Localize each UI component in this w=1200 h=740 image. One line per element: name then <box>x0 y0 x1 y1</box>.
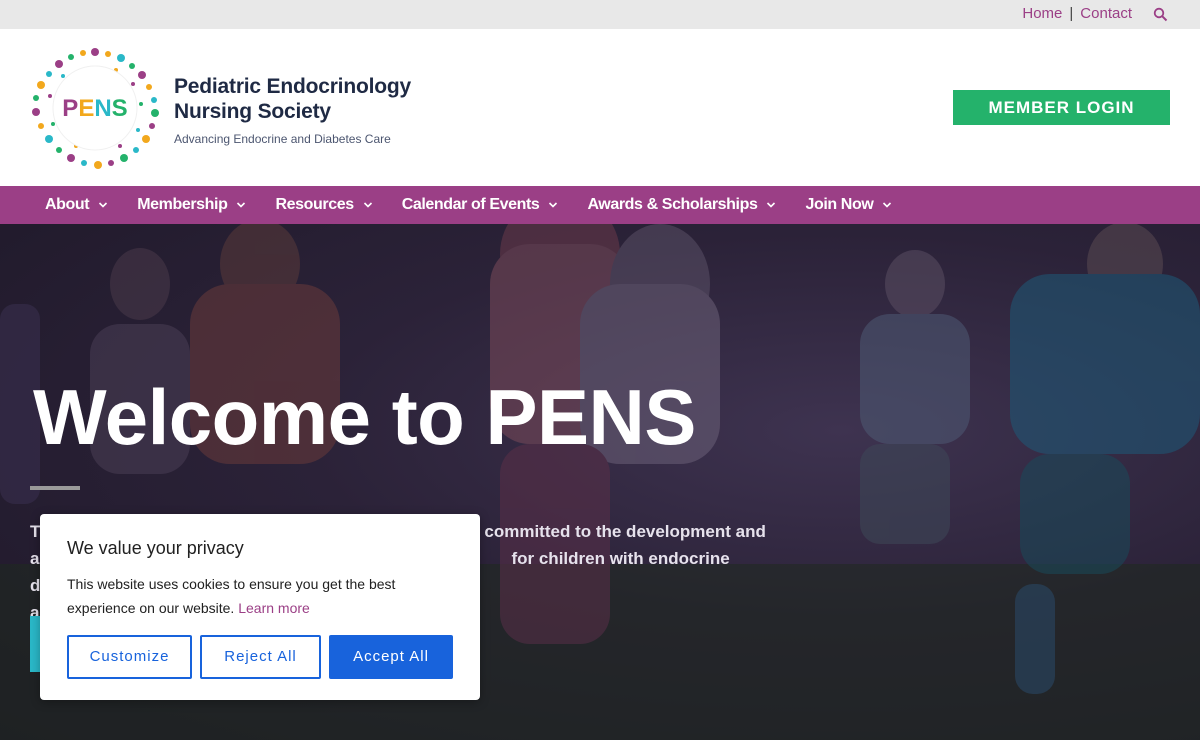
accept-all-button[interactable]: Accept All <box>329 635 453 679</box>
member-login-button[interactable]: MEMBER LOGIN <box>953 90 1170 125</box>
hero-text-line1-start: T <box>30 522 41 541</box>
search-icon[interactable] <box>1153 7 1168 22</box>
reject-all-button[interactable]: Reject All <box>200 635 321 679</box>
utility-bar: Home | Contact <box>0 0 1200 29</box>
chevron-down-icon <box>883 202 892 208</box>
nav-item-about[interactable]: About <box>45 196 108 214</box>
logo-wordmark: PENS <box>62 95 127 122</box>
chevron-down-icon <box>237 202 246 208</box>
utility-links: Home | Contact <box>1022 5 1132 22</box>
hero-title: Welcome to PENS <box>33 373 696 461</box>
nav-item-label: Calendar of Events <box>401 196 540 213</box>
nav-item-calendar[interactable]: Calendar of Events <box>402 196 559 214</box>
cookie-consent-dialog: We value your privacy This website uses … <box>40 514 480 700</box>
org-name-line1: Pediatric Endocrinology <box>174 75 411 98</box>
nav-item-label: About <box>45 196 90 213</box>
home-link[interactable]: Home <box>1022 5 1062 22</box>
org-name-line2: Nursing Society <box>174 100 331 123</box>
main-nav: About Membership Resources Calendar of E… <box>0 186 1200 224</box>
nav-item-join-now[interactable]: Join Now <box>805 196 892 214</box>
nav-item-resources[interactable]: Resources <box>275 196 372 214</box>
chevron-down-icon <box>363 202 372 208</box>
pens-logo[interactable]: PENS <box>28 44 162 172</box>
contact-link[interactable]: Contact <box>1080 5 1132 22</box>
learn-more-link[interactable]: Learn more <box>238 600 310 616</box>
tagline: Advancing Endocrine and Diabetes Care <box>174 132 391 146</box>
hero-divider <box>30 486 80 490</box>
site-header: PENS Pediatric Endocrinology Nursing Soc… <box>0 29 1200 186</box>
chevron-down-icon <box>99 202 108 208</box>
chevron-down-icon <box>549 202 558 208</box>
utility-separator: | <box>1069 5 1074 22</box>
cookie-title: We value your privacy <box>67 538 244 558</box>
nav-item-label: Join Now <box>805 196 874 213</box>
nav-item-awards[interactable]: Awards & Scholarships <box>587 196 776 214</box>
nav-item-membership[interactable]: Membership <box>137 196 246 214</box>
cookie-body-text: This website uses cookies to ensure you … <box>67 576 396 616</box>
nav-item-label: Membership <box>137 196 228 213</box>
nav-item-label: Resources <box>275 196 354 213</box>
hero-text-line1: committed to the development and <box>484 522 766 541</box>
nav-item-label: Awards & Scholarships <box>587 196 758 213</box>
org-name: Pediatric Endocrinology Nursing Society <box>174 74 411 124</box>
customize-button[interactable]: Customize <box>67 635 192 679</box>
chevron-down-icon <box>767 202 776 208</box>
hero-text-line2-start: a <box>30 549 40 568</box>
cookie-description: This website uses cookies to ensure you … <box>67 572 462 620</box>
